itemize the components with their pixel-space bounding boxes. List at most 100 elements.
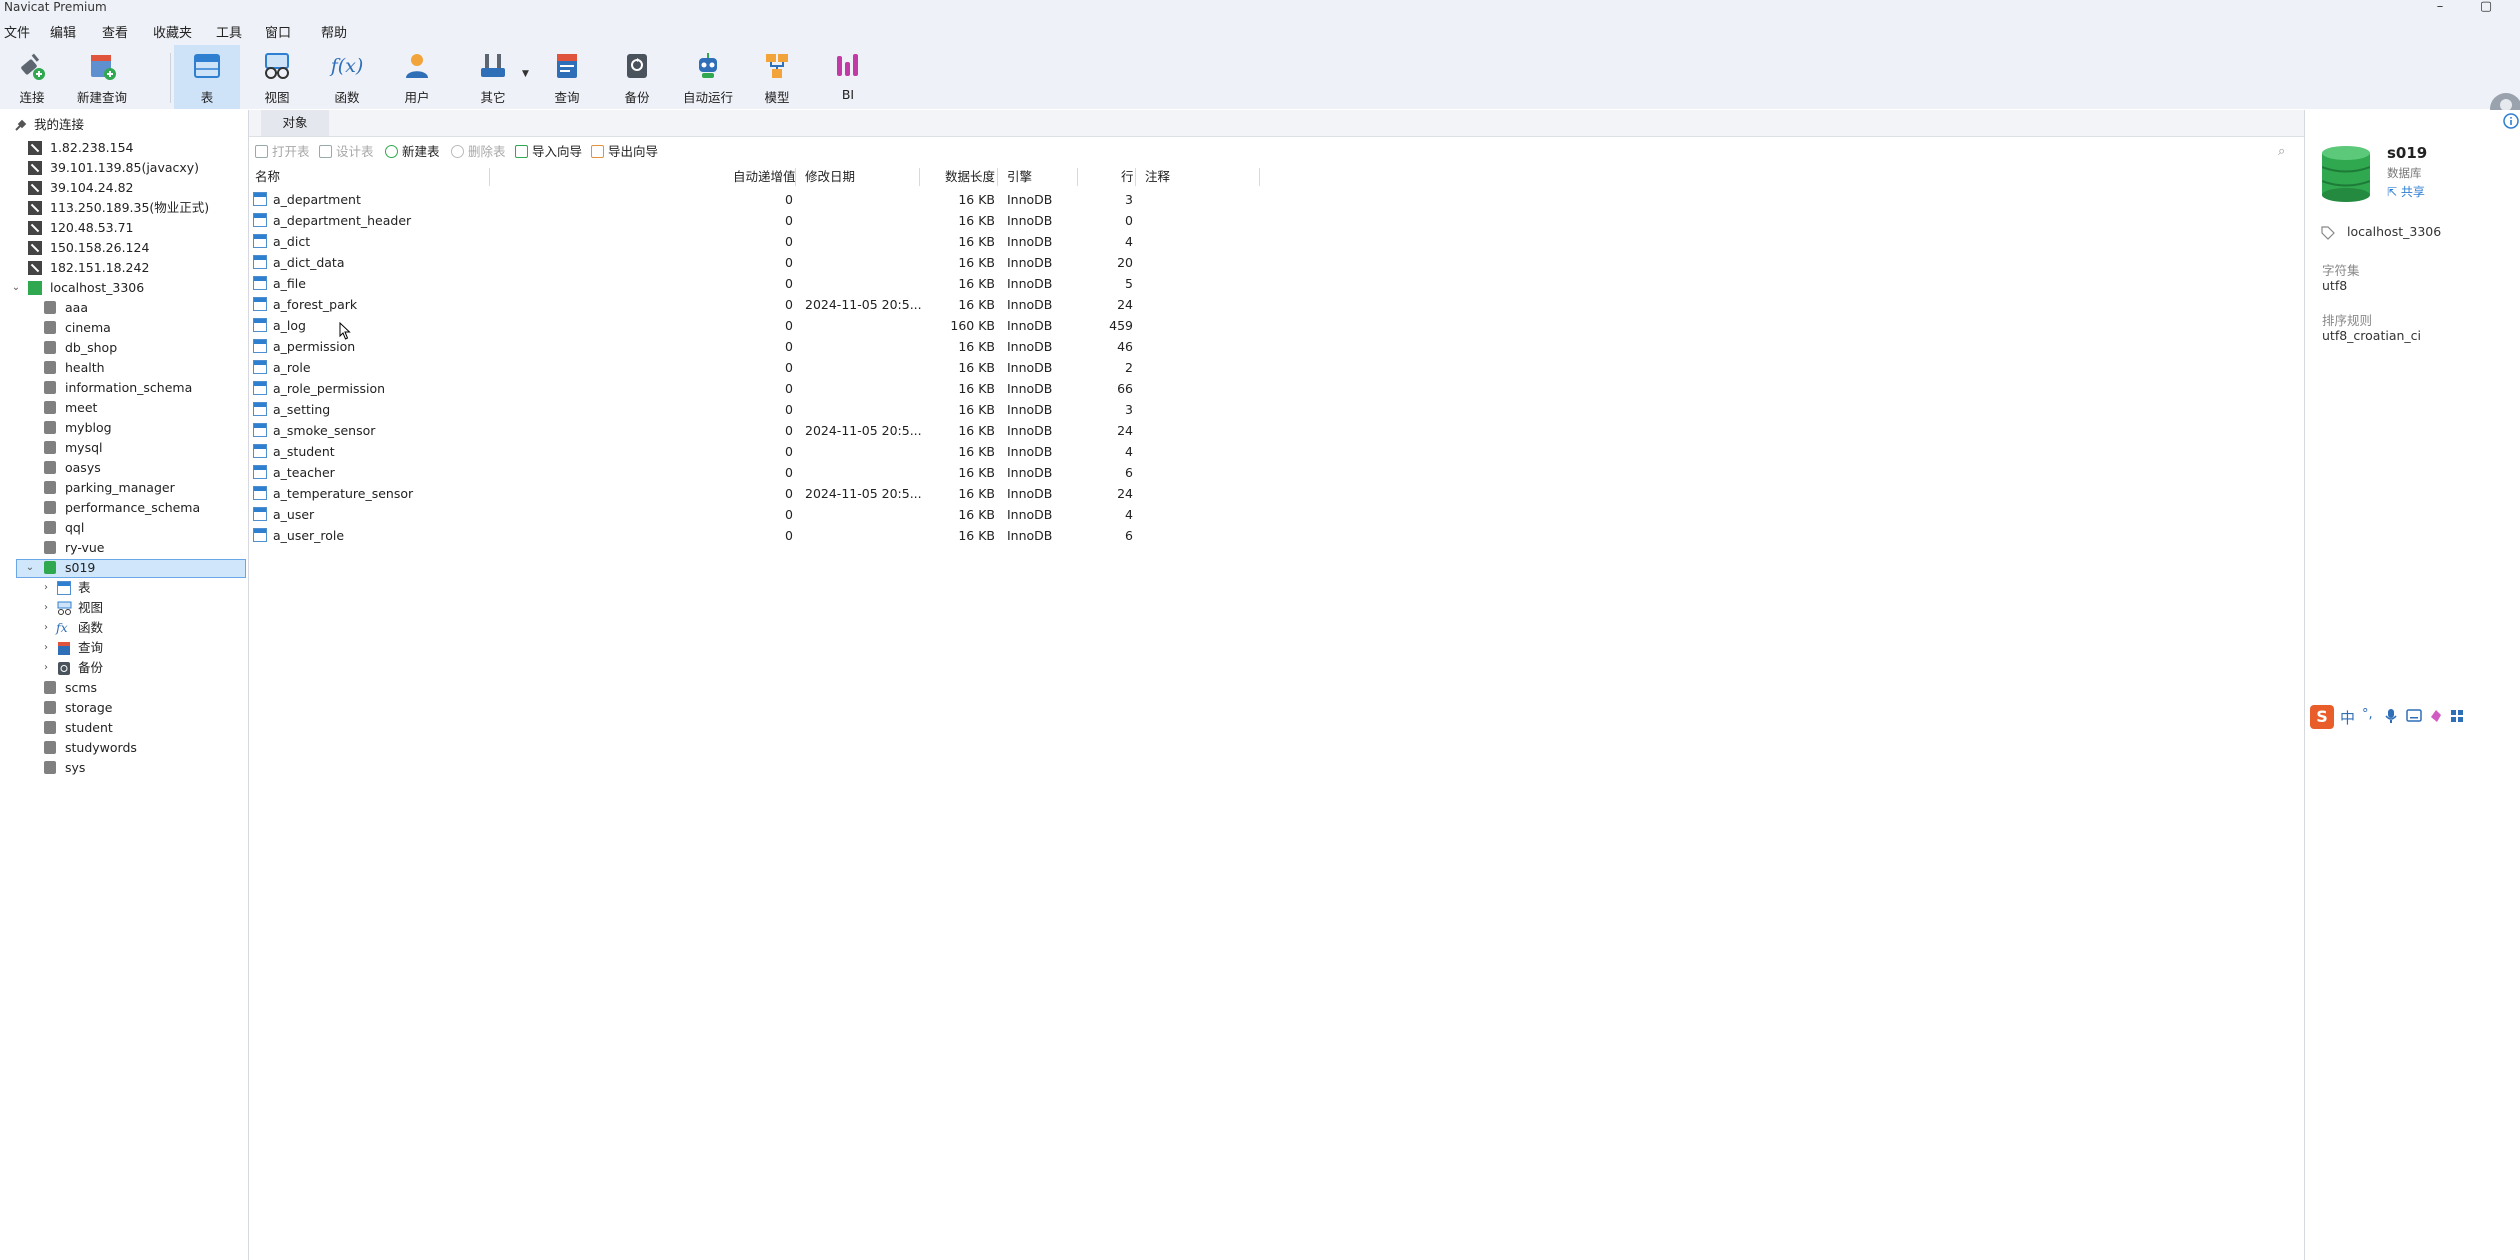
cell-modified xyxy=(805,399,917,420)
toolbar-automation-button[interactable]: 自动运行 xyxy=(678,45,738,109)
cell-modified xyxy=(805,231,917,252)
menu-tools[interactable]: 工具 xyxy=(216,22,242,41)
chevron-right-icon[interactable]: › xyxy=(40,658,52,678)
cell-auto-inc: 0 xyxy=(785,444,793,459)
chevron-right-icon[interactable]: › xyxy=(40,638,52,658)
plug-icon xyxy=(21,53,45,80)
menu-file[interactable]: 文件 xyxy=(4,22,30,41)
tree-database-label: aaa xyxy=(65,300,88,315)
column-divider[interactable] xyxy=(997,168,998,186)
info-db-name: s019 xyxy=(2387,144,2428,162)
share-button[interactable]: ⇱ 共享 xyxy=(2387,183,2425,200)
cell-modified xyxy=(805,378,917,399)
toolbar-user-button[interactable]: 用户 xyxy=(392,45,442,109)
table-row[interactable]: a_user 0 16 KB InnoDB 4 xyxy=(253,504,1261,525)
column-divider[interactable] xyxy=(489,168,490,186)
toolbar-bi-button[interactable]: BI xyxy=(826,45,870,109)
export-wizard-button[interactable]: 导出向导 xyxy=(591,143,658,161)
connection-local-icon xyxy=(28,281,42,295)
column-header-auto-increment[interactable]: 自动递增值 xyxy=(733,168,796,186)
column-divider[interactable] xyxy=(795,168,796,186)
column-divider[interactable] xyxy=(1135,168,1136,186)
table-icon xyxy=(253,528,267,542)
tools-icon xyxy=(481,54,505,77)
table-row[interactable]: a_setting 0 16 KB InnoDB 3 xyxy=(253,399,1261,420)
maximize-button[interactable]: ▢ xyxy=(2466,0,2506,15)
menu-edit[interactable]: 编辑 xyxy=(50,22,76,41)
menu-window[interactable]: 窗口 xyxy=(265,22,291,41)
column-header-modified[interactable]: 修改日期 xyxy=(805,168,855,186)
menu-view[interactable]: 查看 xyxy=(102,22,128,41)
database-icon xyxy=(44,701,56,714)
table-row[interactable]: a_temperature_sensor 0 2024-11-05 20:5... 1… xyxy=(253,483,1261,504)
database-icon xyxy=(44,741,56,754)
column-header-name[interactable]: 名称 xyxy=(255,168,280,186)
design-table-button[interactable]: 设计表 xyxy=(319,143,374,161)
tree-database-label: meet xyxy=(65,400,98,415)
table-icon xyxy=(253,444,267,458)
delete-table-button[interactable]: 删除表 xyxy=(451,143,506,161)
toolbar-query-button[interactable]: 查询 xyxy=(544,45,590,109)
toolbar-backup-button[interactable]: 备份 xyxy=(614,45,660,109)
chevron-right-icon[interactable]: › xyxy=(40,598,52,618)
table-row[interactable]: a_smoke_sensor 0 2024-11-05 20:5... 16 KB In… xyxy=(253,420,1261,441)
search-icon[interactable]: ⌕ xyxy=(2278,144,2292,159)
column-divider[interactable] xyxy=(1259,168,1260,186)
table-row[interactable]: a_department_header 0 16 KB InnoDB 0 xyxy=(253,210,1261,231)
table-row[interactable]: a_file 0 16 KB InnoDB 5 xyxy=(253,273,1261,294)
skin-icon[interactable] xyxy=(2428,708,2444,724)
table-row[interactable]: a_forest_park 0 2024-11-05 20:5... 16 KB Inn… xyxy=(253,294,1261,315)
cell-rows: 6 xyxy=(1125,465,1133,480)
column-divider[interactable] xyxy=(919,168,920,186)
table-row[interactable]: a_department 0 16 KB InnoDB 3 xyxy=(253,189,1261,210)
ime-language-toggle[interactable]: 中 xyxy=(2340,707,2355,728)
dropdown-arrow-icon[interactable]: ▼ xyxy=(522,69,529,79)
ime-punctuation-icon[interactable]: °, xyxy=(2362,707,2373,722)
table-row[interactable]: a_log 0 160 KB InnoDB 459 xyxy=(253,315,1261,336)
table-row[interactable]: a_dict_data 0 16 KB InnoDB 20 xyxy=(253,252,1261,273)
tree-database-label: scms xyxy=(65,680,98,695)
table-row[interactable]: a_user_role 0 16 KB InnoDB 6 xyxy=(253,525,1261,546)
toolbar-view-button[interactable]: 视图 xyxy=(252,45,302,109)
table-row[interactable]: a_teacher 0 16 KB InnoDB 6 xyxy=(253,462,1261,483)
tree-database-label: myblog xyxy=(65,420,112,435)
column-header-data-length[interactable]: 数据长度 xyxy=(945,168,995,186)
import-icon xyxy=(515,145,528,158)
chevron-down-icon[interactable]: ⌄ xyxy=(24,558,36,578)
minimize-button[interactable]: – xyxy=(2420,0,2460,15)
toolbox-icon[interactable] xyxy=(2450,709,2464,723)
toolbar-backup-label: 备份 xyxy=(624,90,650,105)
import-wizard-button[interactable]: 导入向导 xyxy=(515,143,582,161)
toolbar-new-query-button[interactable]: 新建查询 xyxy=(74,45,130,109)
toolbar-function-button[interactable]: f(x) 函数 xyxy=(322,45,372,109)
column-header-engine[interactable]: 引擎 xyxy=(1007,168,1032,186)
toolbar-table-button[interactable]: 表 xyxy=(174,45,240,109)
open-table-button[interactable]: 打开表 xyxy=(255,143,310,161)
ime-logo-icon[interactable]: S xyxy=(2310,705,2334,729)
column-header-comment[interactable]: 注释 xyxy=(1145,168,1170,186)
toolbar-connect-button[interactable]: 连接 xyxy=(8,45,56,109)
table-icon xyxy=(253,360,267,374)
table-row[interactable]: a_permission 0 16 KB InnoDB 46 xyxy=(253,336,1261,357)
info-icon[interactable] xyxy=(2503,113,2519,129)
table-row[interactable]: a_dict 0 16 KB InnoDB 4 xyxy=(253,231,1261,252)
cell-rows: 4 xyxy=(1125,234,1133,249)
toolbar-model-button[interactable]: 模型 xyxy=(754,45,800,109)
new-table-button[interactable]: 新建表 xyxy=(385,143,440,161)
cell-name: a_forest_park xyxy=(273,297,358,312)
microphone-icon[interactable] xyxy=(2384,708,2398,724)
table-row[interactable]: a_role 0 16 KB InnoDB 2 xyxy=(253,357,1261,378)
column-header-rows[interactable]: 行 xyxy=(1121,168,1134,186)
keyboard-icon[interactable] xyxy=(2406,709,2422,722)
chevron-right-icon[interactable]: › xyxy=(40,578,52,598)
tab-objects[interactable]: 对象 xyxy=(261,110,329,136)
menu-help[interactable]: 帮助 xyxy=(321,22,347,41)
column-divider[interactable] xyxy=(1077,168,1078,186)
chevron-down-icon[interactable]: ⌄ xyxy=(10,278,22,298)
toolbar-other-label: 其它 xyxy=(480,90,506,105)
table-row[interactable]: a_role_permission 0 16 KB InnoDB 66 xyxy=(253,378,1261,399)
menu-favorites[interactable]: 收藏夹 xyxy=(153,22,192,41)
table-row[interactable]: a_student 0 16 KB InnoDB 4 xyxy=(253,441,1261,462)
toolbar-other-button[interactable]: 其它 xyxy=(466,45,520,109)
chevron-right-icon[interactable]: › xyxy=(40,618,52,638)
